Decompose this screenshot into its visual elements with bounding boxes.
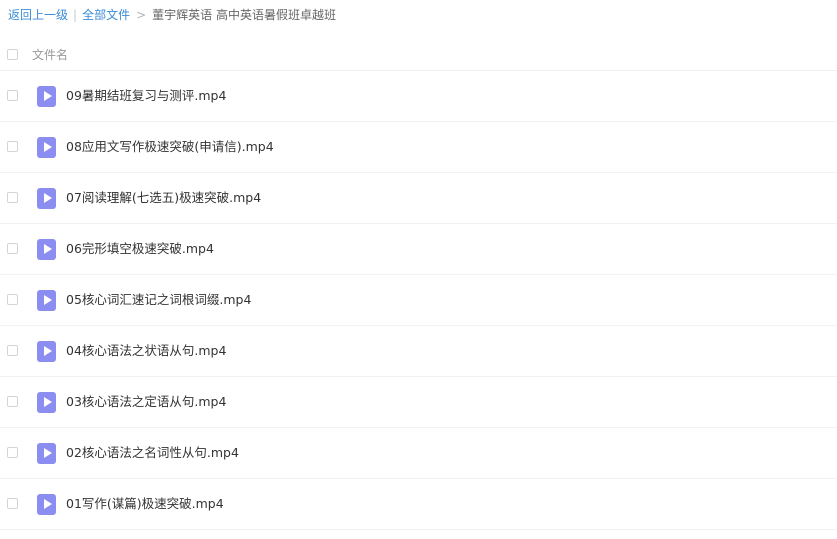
video-file-icon xyxy=(37,188,56,209)
file-list: 09暑期结班复习与测评.mp4 08应用文写作极速突破(申请信).mp4 07阅… xyxy=(0,71,837,530)
file-checkbox[interactable] xyxy=(7,447,18,458)
file-checkbox[interactable] xyxy=(7,498,18,509)
file-list-header: 文件名 xyxy=(0,40,837,71)
breadcrumb-separator: > xyxy=(136,8,147,22)
file-checkbox[interactable] xyxy=(7,345,18,356)
file-name[interactable]: 08应用文写作极速突破(申请信).mp4 xyxy=(66,138,274,156)
file-checkbox[interactable] xyxy=(7,243,18,254)
breadcrumb-divider: | xyxy=(73,8,78,22)
current-folder: 董宇辉英语 高中英语暑假班卓越班 xyxy=(152,8,336,22)
file-row[interactable]: 05核心词汇速记之词根词缀.mp4 xyxy=(0,275,837,326)
all-files-link[interactable]: 全部文件 xyxy=(82,6,130,24)
video-file-icon xyxy=(37,86,56,107)
video-file-icon xyxy=(37,392,56,413)
video-file-icon xyxy=(37,137,56,158)
file-row[interactable]: 04核心语法之状语从句.mp4 xyxy=(0,326,837,377)
file-row[interactable]: 07阅读理解(七选五)极速突破.mp4 xyxy=(0,173,837,224)
file-row[interactable]: 06完形填空极速突破.mp4 xyxy=(0,224,837,275)
file-row[interactable]: 01写作(谋篇)极速突破.mp4 xyxy=(0,479,837,530)
file-row[interactable]: 03核心语法之定语从句.mp4 xyxy=(0,377,837,428)
video-file-icon xyxy=(37,341,56,362)
filename-column-header: 文件名 xyxy=(32,48,69,62)
file-name[interactable]: 03核心语法之定语从句.mp4 xyxy=(66,393,226,411)
file-name[interactable]: 04核心语法之状语从句.mp4 xyxy=(66,342,226,360)
file-name[interactable]: 07阅读理解(七选五)极速突破.mp4 xyxy=(66,189,261,207)
file-name[interactable]: 05核心词汇速记之词根词缀.mp4 xyxy=(66,291,251,309)
file-checkbox[interactable] xyxy=(7,396,18,407)
video-file-icon xyxy=(37,443,56,464)
file-name[interactable]: 06完形填空极速突破.mp4 xyxy=(66,240,214,258)
file-name[interactable]: 01写作(谋篇)极速突破.mp4 xyxy=(66,495,224,513)
video-file-icon xyxy=(37,290,56,311)
video-file-icon xyxy=(37,494,56,515)
file-row[interactable]: 08应用文写作极速突破(申请信).mp4 xyxy=(0,122,837,173)
file-checkbox[interactable] xyxy=(7,192,18,203)
file-checkbox[interactable] xyxy=(7,90,18,101)
file-name[interactable]: 09暑期结班复习与测评.mp4 xyxy=(66,87,226,105)
file-checkbox[interactable] xyxy=(7,294,18,305)
file-name[interactable]: 02核心语法之名词性从句.mp4 xyxy=(66,444,239,462)
video-file-icon xyxy=(37,239,56,260)
select-all-checkbox[interactable] xyxy=(7,49,18,60)
file-row[interactable]: 09暑期结班复习与测评.mp4 xyxy=(0,71,837,122)
breadcrumb: 返回上一级 | 全部文件 > 董宇辉英语 高中英语暑假班卓越班 xyxy=(8,6,336,24)
file-row[interactable]: 02核心语法之名词性从句.mp4 xyxy=(0,428,837,479)
back-link[interactable]: 返回上一级 xyxy=(8,6,68,24)
file-checkbox[interactable] xyxy=(7,141,18,152)
